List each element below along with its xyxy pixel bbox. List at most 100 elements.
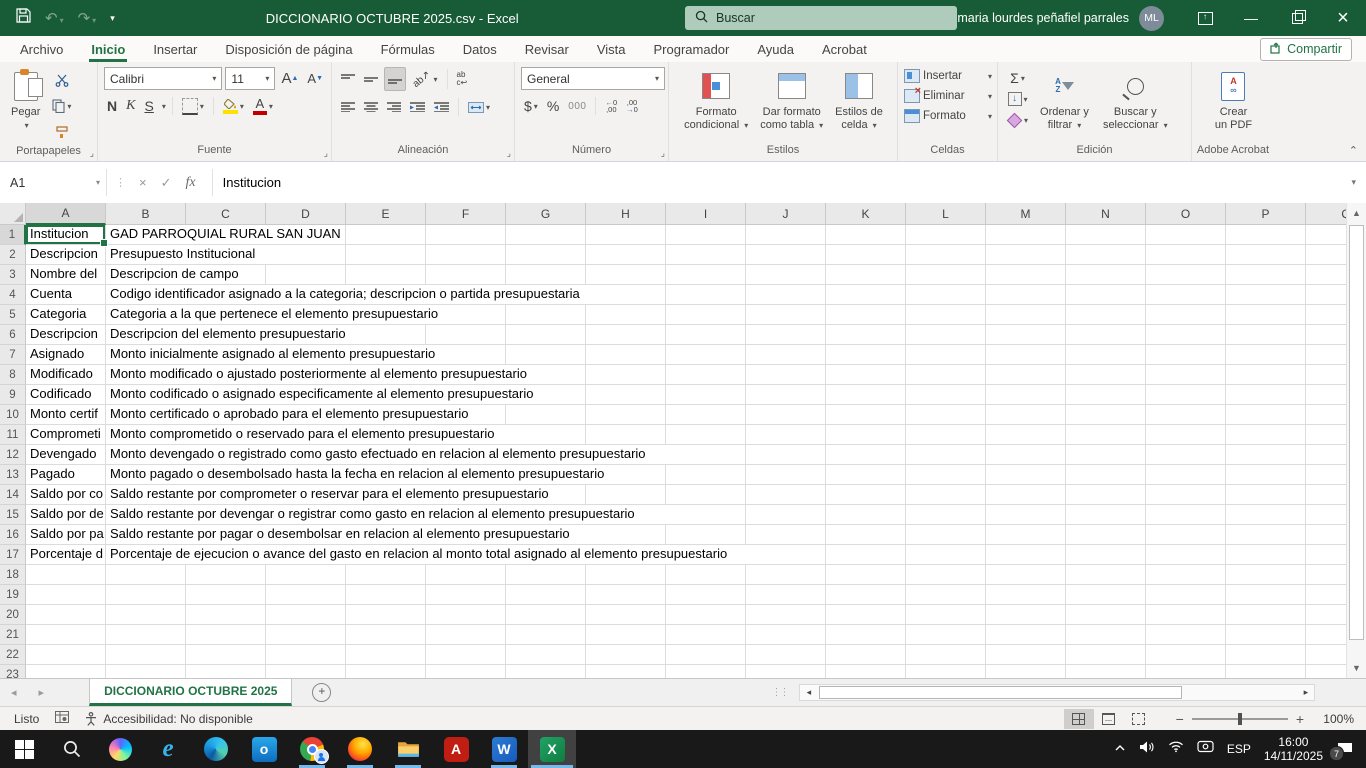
cell-empty[interactable] [746,425,826,445]
cell-empty[interactable] [1146,365,1226,385]
cell-A12[interactable]: Devengado [26,445,106,465]
enter-icon[interactable]: ✓ [161,175,172,191]
column-header-F[interactable]: F [426,203,506,225]
cell-empty[interactable] [1226,225,1306,245]
scroll-left-icon[interactable]: ◂ [800,687,817,698]
cell-empty[interactable] [1306,645,1346,665]
align-bottom-button[interactable] [384,67,406,91]
scroll-down-icon[interactable]: ▼ [1347,658,1366,678]
cell-B1[interactable]: GAD PARROQUIAL RURAL SAN JUAN [106,225,346,245]
cell-B15[interactable]: Saldo restante por devengar o registrar … [106,505,746,525]
autosum-button[interactable]: Σ▾ [1004,69,1031,87]
cell-empty[interactable] [1146,625,1226,645]
zoom-slider-thumb[interactable] [1238,713,1242,725]
cell-empty[interactable] [1146,245,1226,265]
cell-empty[interactable] [1066,565,1146,585]
cell-empty[interactable] [1306,225,1346,245]
sheet-nav-right-icon[interactable]: ▸ [28,686,56,699]
cell-empty[interactable] [1226,285,1306,305]
cell-empty[interactable] [826,585,906,605]
row-header-6[interactable]: 6 [0,325,26,345]
cell-empty[interactable] [746,325,826,345]
view-page-layout-button[interactable] [1094,709,1124,729]
align-middle-button[interactable] [361,68,381,90]
cell-empty[interactable] [906,365,986,385]
row-header-21[interactable]: 21 [0,625,26,645]
cell-empty[interactable] [1066,365,1146,385]
cell-B4[interactable]: Codigo identificador asignado a la categ… [106,285,666,305]
cell-empty[interactable] [1066,665,1146,678]
cell-empty[interactable] [346,565,426,585]
cell-empty[interactable] [1226,605,1306,625]
cell-empty[interactable] [666,605,746,625]
cell-empty[interactable] [666,625,746,645]
sheet-nav-left-icon[interactable]: ◂ [0,686,28,699]
cell-empty[interactable] [1146,405,1226,425]
cell-empty[interactable] [1226,365,1306,385]
cell-empty[interactable] [1066,545,1146,565]
cell-empty[interactable] [1146,285,1226,305]
column-header-B[interactable]: B [106,203,186,225]
cell-B14[interactable]: Saldo restante por comprometer o reserva… [106,485,586,505]
cell-empty[interactable] [1226,665,1306,678]
tray-expand-icon[interactable] [1114,740,1126,758]
percent-format-button[interactable]: % [544,95,562,117]
cell-empty[interactable] [986,345,1066,365]
cell-empty[interactable] [746,245,826,265]
cancel-icon[interactable]: × [139,175,147,190]
cell-empty[interactable] [506,265,586,285]
column-header-C[interactable]: C [186,203,266,225]
cell-empty[interactable] [1066,385,1146,405]
cell-empty[interactable] [1146,445,1226,465]
ribbon-tab-programador[interactable]: Programador [640,36,744,62]
cell-empty[interactable] [1306,325,1346,345]
cell-empty[interactable] [1066,465,1146,485]
cell-empty[interactable] [1226,305,1306,325]
cell-B3[interactable]: Descripcion de campo [106,265,266,285]
row-header-1[interactable]: 1 [0,225,26,245]
cell-empty[interactable] [1226,645,1306,665]
font-color-button[interactable]: A ▾ [250,95,276,117]
cell-empty[interactable] [586,305,666,325]
cell-empty[interactable] [826,545,906,565]
cell-empty[interactable] [826,465,906,485]
font-dialog-launcher[interactable]: ⌟ [324,148,328,159]
cell-empty[interactable] [1146,385,1226,405]
cell-empty[interactable] [666,385,746,405]
cell-empty[interactable] [186,605,266,625]
formula-bar-handle[interactable]: ⋮ [115,176,125,189]
cell-empty[interactable] [746,445,826,465]
cell-empty[interactable] [1066,525,1146,545]
cell-empty[interactable] [1306,525,1346,545]
wrap-text-button[interactable]: abc↩ [454,68,471,90]
cell-empty[interactable] [586,565,666,585]
cell-empty[interactable] [826,665,906,678]
fill-color-button[interactable]: ▾ [220,95,247,117]
cell-empty[interactable] [1066,225,1146,245]
cell-A2[interactable]: Descripcion [26,245,106,265]
cell-B12[interactable]: Monto devengado o registrado como gasto … [106,445,746,465]
cell-empty[interactable] [1226,425,1306,445]
cell-empty[interactable] [106,565,186,585]
cell-empty[interactable] [746,345,826,365]
cell-empty[interactable] [986,425,1066,445]
zoom-in-button[interactable]: + [1296,711,1304,727]
cell-empty[interactable] [906,485,986,505]
cell-empty[interactable] [1226,325,1306,345]
cell-empty[interactable] [1306,245,1346,265]
column-header-O[interactable]: O [1146,203,1226,225]
sort-filter-button[interactable]: AZ Ordenar y filtrar ▾ [1035,67,1094,142]
cell-empty[interactable] [986,405,1066,425]
cell-empty[interactable] [1306,605,1346,625]
collapse-ribbon-icon[interactable]: ⌃ [1349,144,1358,157]
cell-empty[interactable] [1146,545,1226,565]
underline-button[interactable]: S [141,95,156,117]
cell-empty[interactable] [1226,445,1306,465]
font-name-combo[interactable]: Calibri ▾ [104,67,222,90]
cell-empty[interactable] [1066,245,1146,265]
format-as-table-button[interactable]: Dar formato como tabla ▾ [755,67,828,142]
cell-empty[interactable] [906,305,986,325]
cell-empty[interactable] [986,325,1066,345]
column-header-Q[interactable]: Q [1306,203,1346,225]
cell-empty[interactable] [586,585,666,605]
